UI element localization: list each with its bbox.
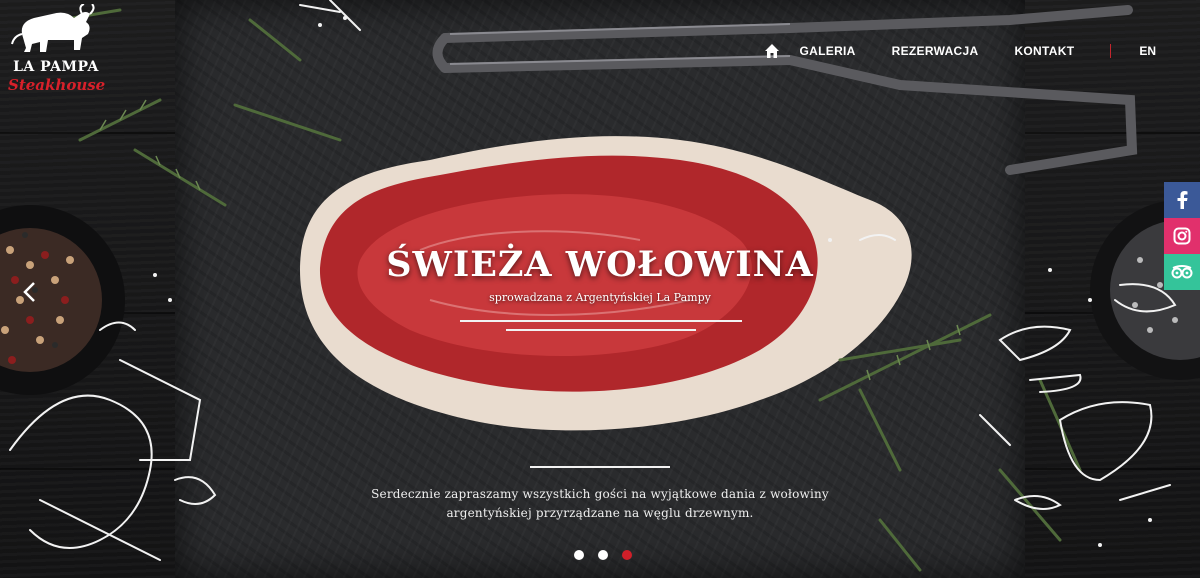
logo-text-bottom: Steakhouse [8,76,106,94]
hero-description-line: argentyńskiej przyrządzane na węglu drze… [446,506,754,520]
bull-logo-icon [11,3,95,52]
instagram-icon [1173,227,1191,245]
slider-dot[interactable] [574,550,584,560]
title-divider-short [506,329,696,331]
logo[interactable]: LA PAMPA Steakhouse [8,3,106,100]
description-divider [530,466,670,468]
facebook-icon [1177,191,1188,209]
main-nav: GALERIA REZERWACJA KONTAKT EN [764,42,1156,60]
chevron-left-icon[interactable] [20,280,40,304]
title-divider [460,320,742,322]
hero-description: Serdecznie zapraszamy wszystkich gości n… [360,485,840,523]
nav-separator [1110,44,1112,58]
slider-dots [574,550,632,560]
logo-text-top: LA PAMPA [13,59,99,75]
hero-description-line: Serdecznie zapraszamy wszystkich gości n… [371,487,829,501]
hero-subtitle: sprowadzana z Argentyńskiej La Pampy [489,291,711,304]
language-switch[interactable]: EN [1139,44,1156,58]
slider-dot-active[interactable] [622,550,632,560]
facebook-link[interactable] [1164,182,1200,218]
hero-title: ŚWIEŻA WOŁOWINA [386,244,814,285]
nav-item-kontakt[interactable]: KONTAKT [1014,44,1074,58]
home-icon[interactable] [764,43,780,59]
hero-slider: LA PAMPA Steakhouse GALERIA REZERWACJA K… [0,0,1200,578]
slider-dot[interactable] [598,550,608,560]
nav-item-galeria[interactable]: GALERIA [800,44,856,58]
nav-item-rezerwacja[interactable]: REZERWACJA [892,44,979,58]
